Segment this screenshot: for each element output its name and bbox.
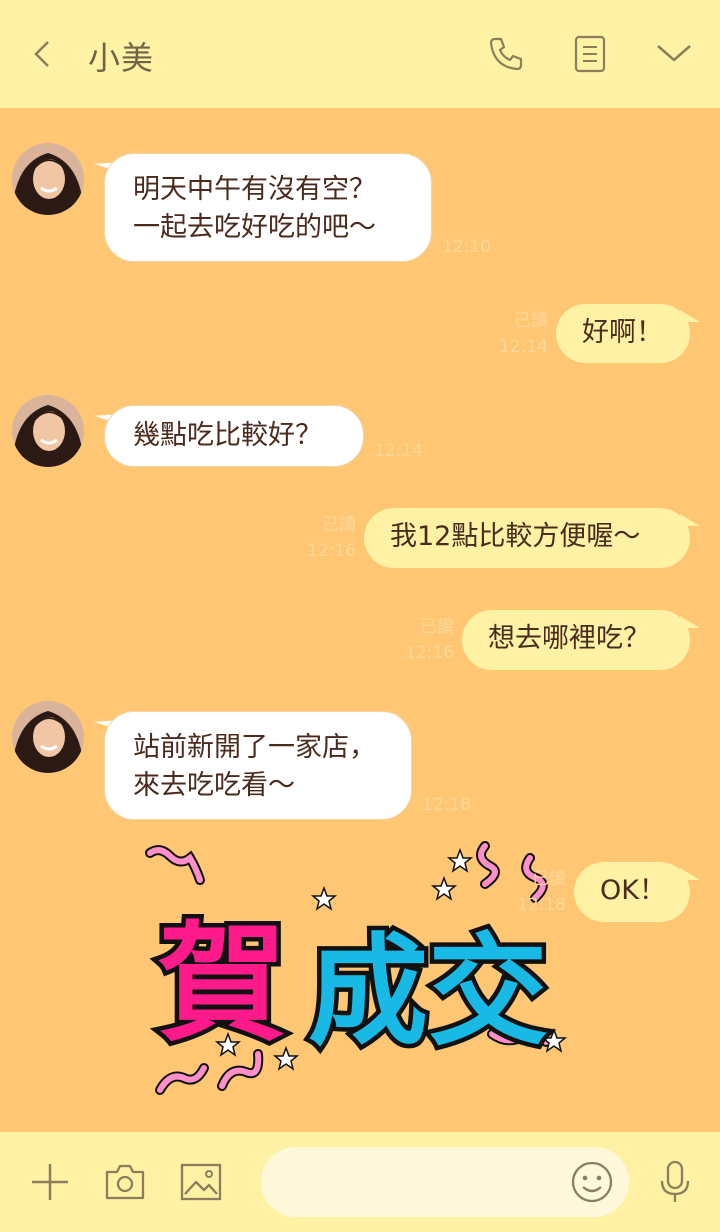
image-button[interactable] (173, 1154, 229, 1210)
message-bubble[interactable]: 幾點吃比較好？ (104, 405, 364, 467)
notes-button[interactable] (568, 30, 612, 78)
message-time: 12:18 (422, 795, 471, 815)
message-bubble[interactable]: 好啊！ (556, 304, 690, 363)
voice-button[interactable] (647, 1154, 703, 1210)
message-time: 12:16 (307, 541, 356, 561)
message-time: 12:14 (499, 337, 548, 357)
camera-button[interactable] (97, 1154, 153, 1210)
message-bubble[interactable]: 我12點比較方便喔～ (364, 508, 690, 568)
sticker-pink-text: 賀 (158, 910, 286, 1059)
back-icon (34, 41, 49, 67)
message-bubble[interactable]: 明天中午有沒有空？ 一起去吃好吃的吧～ (104, 153, 432, 262)
sticker-blue-text: 成交 (308, 923, 548, 1062)
message-bubble[interactable]: 想去哪裡吃？ (462, 610, 690, 670)
message-time: 12:10 (442, 237, 491, 257)
emoji-button[interactable] (569, 1159, 615, 1205)
plus-icon (32, 1164, 68, 1200)
mic-icon (660, 1160, 690, 1202)
menu-toggle-button[interactable] (652, 30, 696, 78)
bubble-tail (680, 868, 700, 880)
message-time: 12:16 (405, 643, 454, 663)
contact-photo-icon (12, 143, 84, 215)
chat-title: 小美 (88, 39, 155, 77)
message-read-status: 已讀 (420, 617, 454, 637)
chat-header: 小美 (0, 0, 720, 108)
avatar[interactable] (12, 143, 84, 215)
add-button[interactable] (22, 1154, 78, 1210)
image-icon (180, 1163, 222, 1201)
avatar[interactable] (12, 701, 84, 773)
input-bar (0, 1132, 720, 1232)
bubble-tail (680, 310, 700, 322)
avatar[interactable] (12, 395, 84, 467)
phone-icon (489, 37, 523, 71)
bubble-tail (680, 616, 700, 628)
camera-icon (105, 1164, 145, 1200)
back-button[interactable] (20, 30, 64, 78)
emoji-icon (571, 1161, 613, 1203)
message-bubble[interactable]: 站前新開了一家店， 來去吃吃看～ (104, 711, 412, 820)
chevron-down-icon (657, 45, 691, 62)
message-bubble[interactable]: OK！ (574, 862, 690, 922)
bubble-tail (680, 514, 700, 526)
message-input[interactable] (261, 1147, 629, 1217)
message-read-status: 已讀 (322, 515, 356, 535)
message-time: 12:18 (517, 895, 566, 915)
notes-icon (574, 35, 606, 73)
contact-photo-icon (12, 395, 84, 467)
contact-photo-icon (12, 701, 84, 773)
message-read-status: 已讀 (532, 869, 566, 889)
call-button[interactable] (484, 30, 528, 78)
message-time: 12:14 (374, 441, 423, 461)
message-read-status: 已讀 (514, 311, 548, 331)
